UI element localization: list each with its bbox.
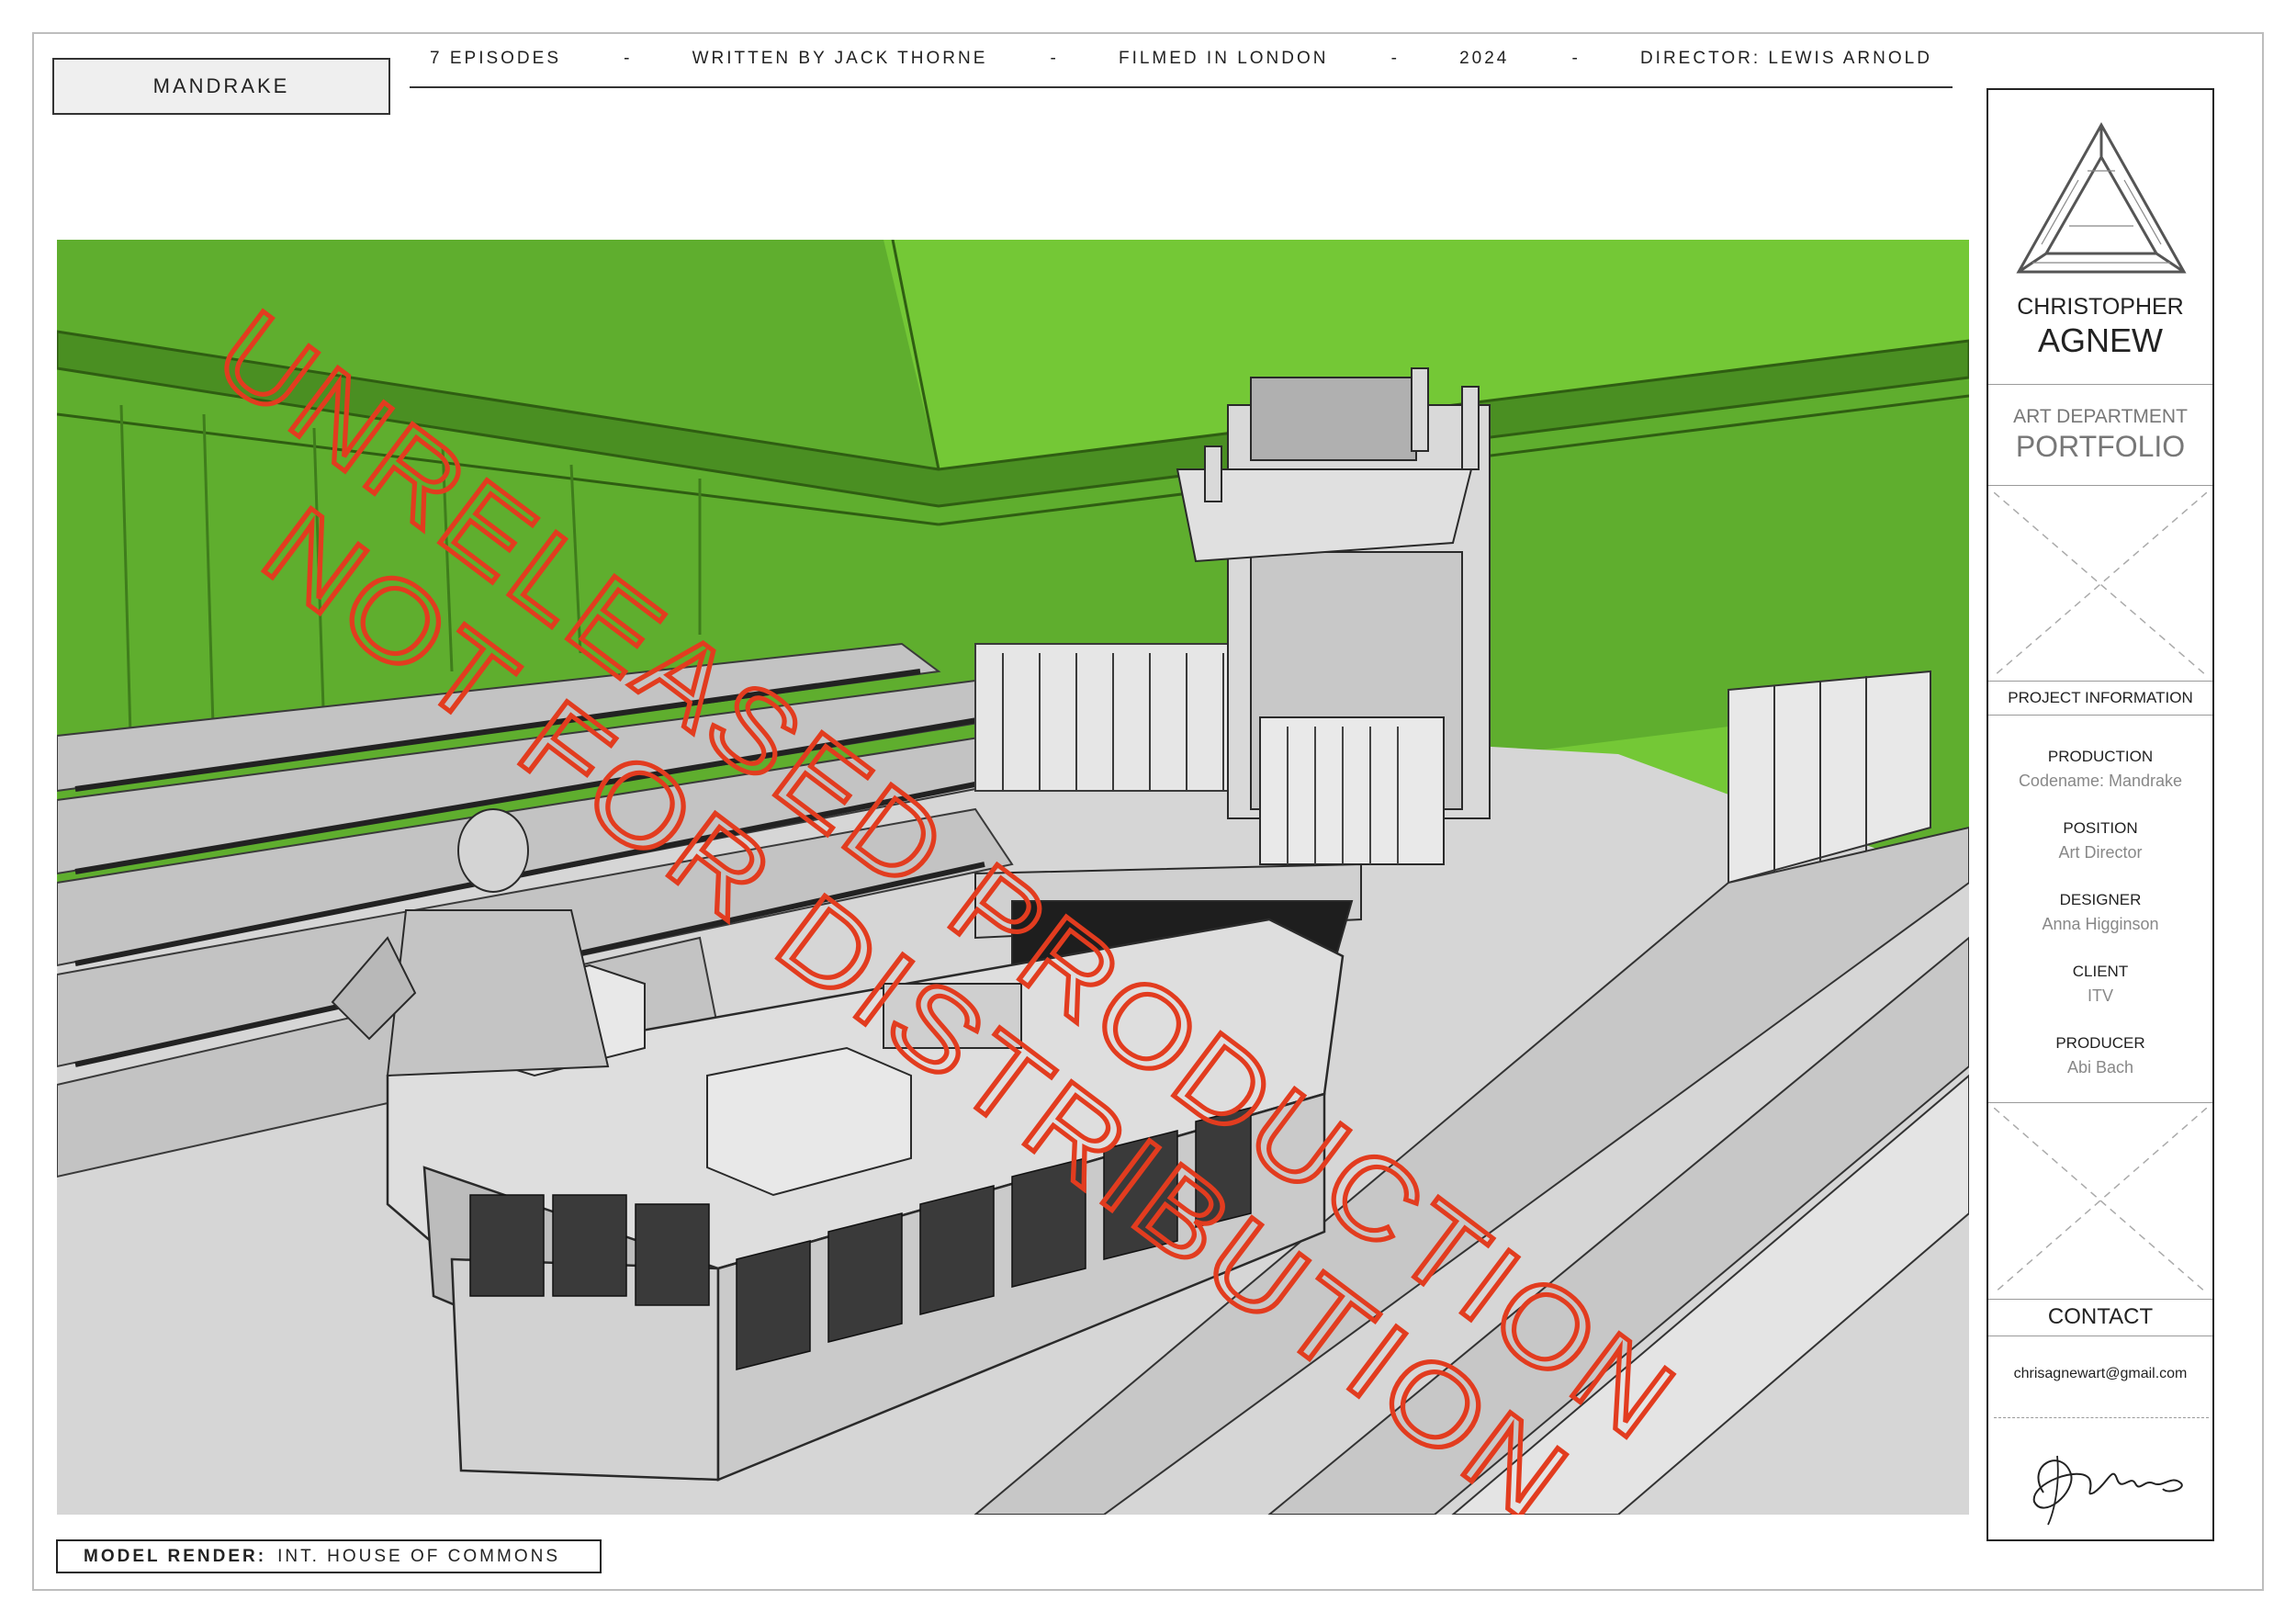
render-caption: MODEL RENDER: INT. HOUSE OF COMMONS xyxy=(56,1539,602,1573)
designer-field: DESIGNER Anna Higginson xyxy=(1988,891,2212,934)
project-title-box: MANDRAKE xyxy=(52,58,390,115)
divider xyxy=(1988,715,2212,716)
model-render: UNRELEASED PRODUCTION NOT FOR DISTRIBUTI… xyxy=(57,240,1969,1515)
impossible-triangle-logo-icon xyxy=(2016,121,2187,274)
credit-separator: - xyxy=(1390,49,1397,68)
credit-location: FILMED IN LONDON xyxy=(1118,49,1329,68)
divider xyxy=(1988,1102,2212,1103)
department-label: ART DEPARTMENT xyxy=(2013,406,2188,427)
dashed-divider xyxy=(1994,1417,2209,1418)
production-field: PRODUCTION Codename: Mandrake xyxy=(1988,748,2212,791)
caption-label: MODEL RENDER: xyxy=(84,1546,267,1566)
render-illustration xyxy=(57,240,1969,1515)
field-value: Codename: Mandrake xyxy=(2018,772,2183,790)
field-label: PRODUCTION xyxy=(2047,748,2154,765)
designer-first-name: CHRISTOPHER xyxy=(2017,294,2184,320)
field-value: ITV xyxy=(2087,986,2113,1005)
client-field: CLIENT ITV xyxy=(1988,963,2212,1006)
credit-episodes: 7 EPISODES xyxy=(430,49,561,68)
producer-field: PRODUCER Abi Bach xyxy=(1988,1034,2212,1077)
caption-text: INT. HOUSE OF COMMONS xyxy=(277,1546,561,1566)
credit-separator: - xyxy=(624,49,630,68)
credit-director: DIRECTOR: LEWIS ARNOLD xyxy=(1639,49,1932,68)
contact-heading: CONTACT xyxy=(2047,1304,2154,1329)
field-value: Art Director xyxy=(2058,843,2143,862)
field-label: POSITION xyxy=(2063,819,2138,837)
title-block-panel: CHRISTOPHER AGNEW ART DEPARTMENT PORTFOL… xyxy=(1986,88,2214,1541)
divider xyxy=(1988,1299,2212,1300)
position-field: POSITION Art Director xyxy=(1988,819,2212,862)
field-value: Abi Bach xyxy=(2066,1058,2134,1076)
signature-icon xyxy=(2032,1455,2183,1526)
divider xyxy=(1988,485,2212,486)
credit-separator: - xyxy=(1571,49,1578,68)
contact-email[interactable]: chrisagnewart@gmail.com xyxy=(1988,1366,2212,1382)
designer-last-name: AGNEW xyxy=(2037,321,2163,359)
project-title: MANDRAKE xyxy=(152,74,290,97)
portfolio-label: PORTFOLIO xyxy=(2015,430,2186,463)
credit-writer: WRITTEN BY JACK THORNE xyxy=(692,49,988,68)
image-placeholder-icon xyxy=(1994,492,2207,676)
field-label: CLIENT xyxy=(2072,963,2129,980)
credit-separator: - xyxy=(1050,49,1056,68)
credit-year: 2024 xyxy=(1459,49,1510,68)
field-label: PRODUCER xyxy=(2055,1034,2145,1052)
project-info-heading: PROJECT INFORMATION xyxy=(2008,689,2193,706)
credits-bar: 7 EPISODES - WRITTEN BY JACK THORNE - FI… xyxy=(410,44,1953,88)
image-placeholder-icon xyxy=(1994,1108,2207,1293)
field-value: Anna Higginson xyxy=(2042,915,2159,933)
divider xyxy=(1988,384,2212,385)
divider xyxy=(1988,681,2212,682)
field-label: DESIGNER xyxy=(2059,891,2142,908)
